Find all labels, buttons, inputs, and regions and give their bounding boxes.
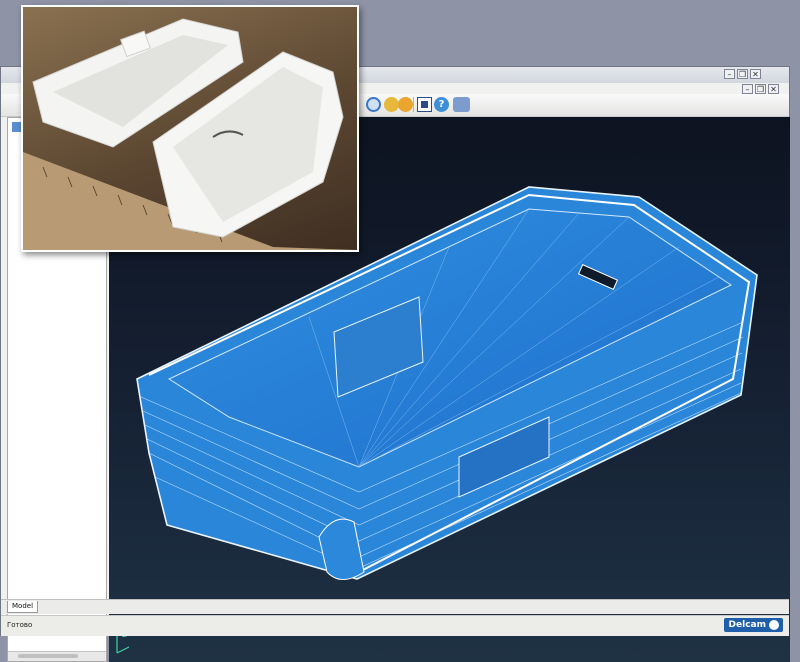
doc-close-icon[interactable]: ✕ <box>768 84 779 94</box>
horizontal-scrollbar[interactable] <box>8 651 106 661</box>
brand-name: Delcam <box>728 620 766 630</box>
close-icon[interactable]: ✕ <box>750 69 761 79</box>
info-icon[interactable]: ? <box>434 97 449 112</box>
light-bulb-icon[interactable] <box>398 97 413 112</box>
brand-logo-icon <box>769 620 779 630</box>
status-bar: Готово Delcam <box>1 615 789 636</box>
document-window-controls: – ❐ ✕ <box>742 84 779 94</box>
minimize-icon[interactable]: – <box>724 69 735 79</box>
doc-minimize-icon[interactable]: – <box>742 84 753 94</box>
restore-icon[interactable]: ❐ <box>737 69 748 79</box>
product-photo <box>21 5 359 252</box>
doc-restore-icon[interactable]: ❐ <box>755 84 766 94</box>
window-controls: – ❐ ✕ <box>724 69 761 79</box>
globe-icon[interactable] <box>366 97 381 112</box>
photo-drawing <box>23 18 357 250</box>
tab-model[interactable]: Model <box>7 601 39 613</box>
status-text: Готово <box>7 621 33 629</box>
binoculars-icon[interactable] <box>453 97 470 112</box>
toolbar-separator <box>413 97 414 112</box>
document-tab-bar: Model <box>1 599 789 614</box>
view-mode-icon[interactable] <box>417 97 432 112</box>
light-icon[interactable] <box>384 97 399 112</box>
brand-badge: Delcam <box>723 618 783 632</box>
